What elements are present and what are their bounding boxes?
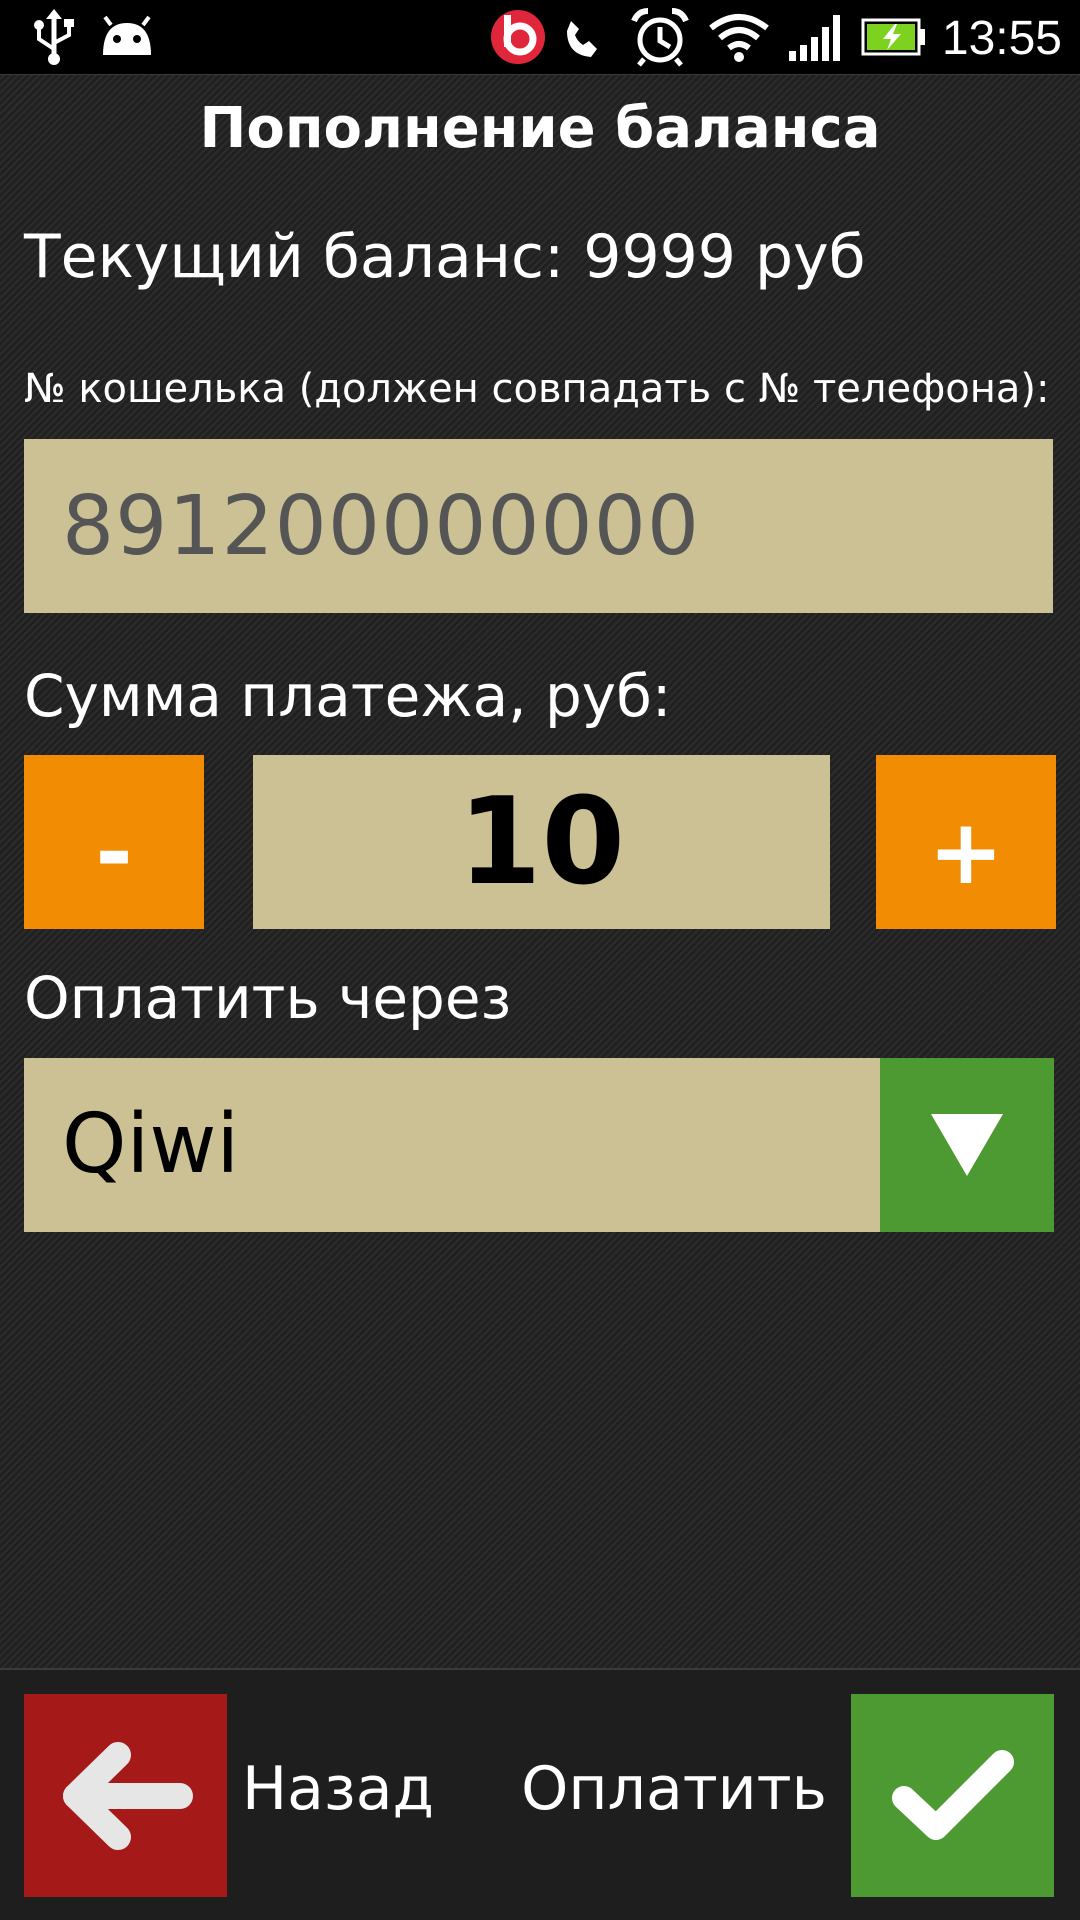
wallet-number-input[interactable] xyxy=(24,439,1053,613)
beats-audio-icon xyxy=(488,0,548,74)
amount-label: Сумма платежа, руб: xyxy=(24,662,672,730)
cellular-signal-icon xyxy=(786,0,846,74)
increase-amount-button[interactable]: + xyxy=(876,755,1056,929)
amount-value[interactable]: 10 xyxy=(253,755,830,929)
arrow-left-icon xyxy=(62,1741,193,1850)
wifi-icon xyxy=(706,0,772,74)
plus-label: + xyxy=(928,799,1004,905)
wallet-label: № кошелька (должен совпадать с № телефон… xyxy=(24,366,1050,412)
android-icon xyxy=(96,0,158,74)
phone-signal-icon xyxy=(560,0,610,74)
pay-button[interactable] xyxy=(851,1694,1054,1897)
payment-method-value: Qiwi xyxy=(62,1097,240,1192)
usb-icon xyxy=(24,0,84,74)
current-balance: Текущий баланс: 9999 руб xyxy=(24,222,866,292)
battery-charging-icon xyxy=(860,0,928,74)
dropdown-toggle[interactable] xyxy=(880,1058,1054,1232)
checkmark-icon xyxy=(891,1749,1014,1840)
status-bar: 13:55 xyxy=(0,0,1080,75)
decrease-amount-button[interactable]: - xyxy=(24,755,204,929)
triangle-down-icon xyxy=(931,1114,1003,1176)
bottom-action-bar: Назад Оплатить xyxy=(0,1668,1080,1920)
alarm-icon xyxy=(628,0,692,74)
page-title: Пополнение баланса xyxy=(199,96,881,161)
status-time: 13:55 xyxy=(941,12,1062,65)
back-label[interactable]: Назад xyxy=(242,1754,434,1824)
pay-label[interactable]: Оплатить xyxy=(521,1754,827,1824)
back-button[interactable] xyxy=(24,1694,227,1897)
pay-via-label: Оплатить через xyxy=(24,964,512,1032)
minus-label: - xyxy=(95,799,133,905)
payment-method-dropdown[interactable]: Qiwi xyxy=(24,1058,1054,1232)
